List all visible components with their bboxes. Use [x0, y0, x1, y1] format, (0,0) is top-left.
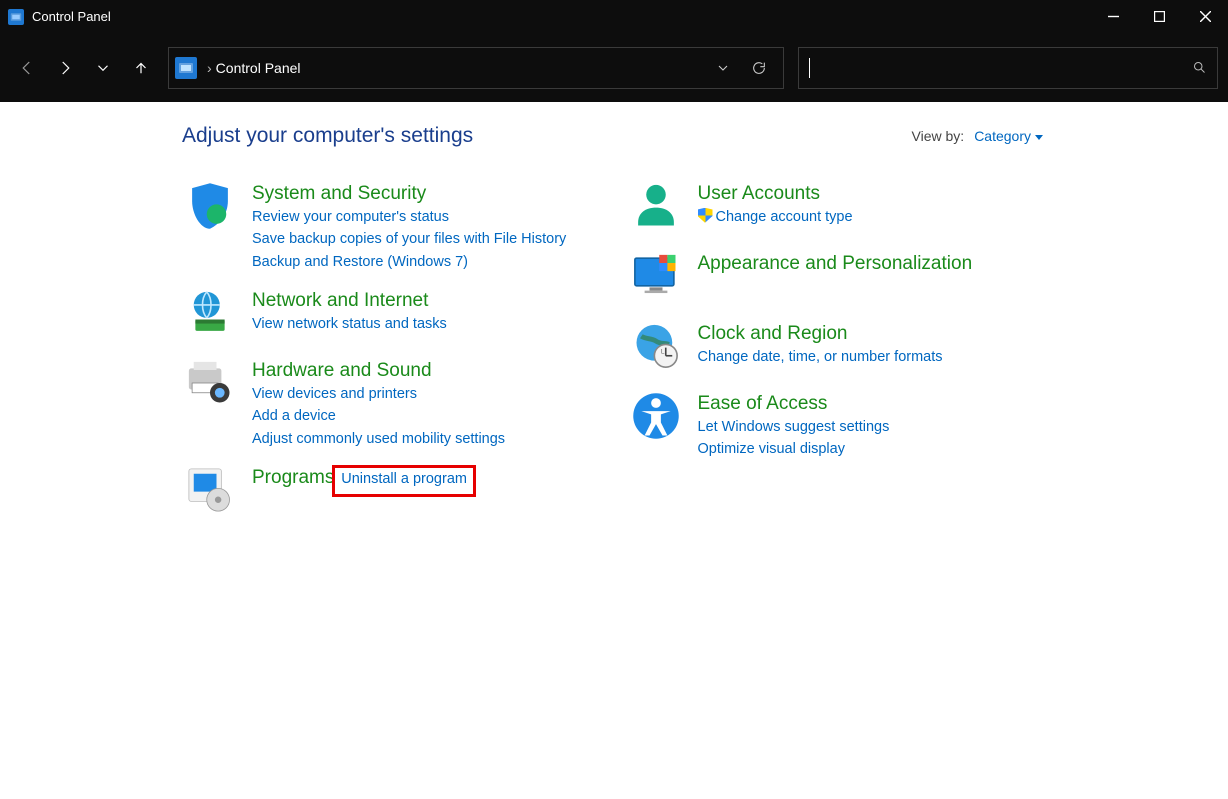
- category-title[interactable]: Hardware and Sound: [252, 360, 432, 381]
- forward-button[interactable]: [48, 51, 82, 85]
- text-cursor: [809, 58, 810, 78]
- view-by-value: Category: [974, 128, 1031, 144]
- navigation-bar: › Control Panel: [0, 33, 1228, 102]
- clock-globe-icon: L: [628, 320, 684, 376]
- back-button[interactable]: [10, 51, 44, 85]
- view-by-selector[interactable]: Category: [974, 128, 1043, 144]
- maximize-button[interactable]: [1136, 0, 1182, 33]
- minimize-button[interactable]: [1090, 0, 1136, 33]
- category-title[interactable]: Programs: [252, 467, 334, 488]
- window-title: Control Panel: [32, 9, 111, 24]
- category-link[interactable]: Save backup copies of your files with Fi…: [252, 228, 566, 250]
- category-clock-region: L Clock and Region Change date, time, or…: [628, 320, 1044, 376]
- category-title[interactable]: System and Security: [252, 183, 426, 204]
- category-appearance: Appearance and Personalization: [628, 250, 1044, 306]
- category-hardware-sound: Hardware and Sound View devices and prin…: [182, 357, 598, 450]
- uninstall-program-link[interactable]: Uninstall a program: [341, 468, 467, 490]
- close-button[interactable]: [1182, 0, 1228, 33]
- category-link[interactable]: Let Windows suggest settings: [698, 416, 890, 438]
- category-link[interactable]: Change date, time, or number formats: [698, 346, 943, 368]
- category-link[interactable]: Add a device: [252, 405, 505, 427]
- user-icon: [628, 180, 684, 236]
- category-title[interactable]: User Accounts: [698, 183, 821, 204]
- category-title[interactable]: Clock and Region: [698, 323, 848, 344]
- category-link[interactable]: Review your computer's status: [252, 206, 566, 228]
- category-user-accounts: User Accounts Change account type: [628, 180, 1044, 236]
- category-title[interactable]: Network and Internet: [252, 290, 428, 311]
- control-panel-path-icon: [175, 57, 197, 79]
- programs-icon: [182, 464, 238, 520]
- recent-locations-button[interactable]: [86, 51, 120, 85]
- category-title[interactable]: Appearance and Personalization: [698, 253, 973, 274]
- content-area: Adjust your computer's settings View by:…: [0, 102, 1228, 534]
- category-ease-of-access: Ease of Access Let Windows suggest setti…: [628, 390, 1044, 461]
- title-bar: Control Panel: [0, 0, 1228, 33]
- category-link[interactable]: Backup and Restore (Windows 7): [252, 251, 566, 273]
- search-box[interactable]: [798, 47, 1218, 89]
- monitor-icon: [628, 250, 684, 306]
- category-link[interactable]: Optimize visual display: [698, 438, 890, 460]
- printer-camera-icon: [182, 357, 238, 413]
- category-link[interactable]: View network status and tasks: [252, 313, 447, 335]
- category-system-security: System and Security Review your computer…: [182, 180, 598, 273]
- chevron-down-icon: [1035, 135, 1043, 140]
- globe-network-icon: [182, 287, 238, 343]
- left-column: System and Security Review your computer…: [182, 180, 598, 534]
- search-icon: [1192, 60, 1207, 75]
- page-heading: Adjust your computer's settings: [182, 124, 473, 148]
- right-column: User Accounts Change account type Appear…: [628, 180, 1044, 534]
- shield-icon: [182, 180, 238, 236]
- svg-text:L: L: [660, 348, 664, 355]
- address-bar[interactable]: › Control Panel: [168, 47, 784, 89]
- category-link[interactable]: Adjust commonly used mobility settings: [252, 428, 505, 450]
- category-link[interactable]: View devices and printers: [252, 383, 505, 405]
- up-button[interactable]: [124, 51, 158, 85]
- category-link[interactable]: Change account type: [698, 206, 853, 228]
- breadcrumb-root[interactable]: Control Panel: [216, 60, 301, 76]
- refresh-button[interactable]: [741, 60, 777, 76]
- address-history-dropdown[interactable]: [705, 60, 741, 76]
- highlight-annotation: Uninstall a program: [332, 465, 476, 496]
- category-network-internet: Network and Internet View network status…: [182, 287, 598, 343]
- view-by-label: View by:: [912, 128, 965, 144]
- breadcrumb-separator: ›: [207, 60, 212, 76]
- category-programs: Programs Uninstall a program: [182, 464, 598, 520]
- control-panel-app-icon: [8, 9, 24, 25]
- category-title[interactable]: Ease of Access: [698, 393, 828, 414]
- accessibility-icon: [628, 390, 684, 446]
